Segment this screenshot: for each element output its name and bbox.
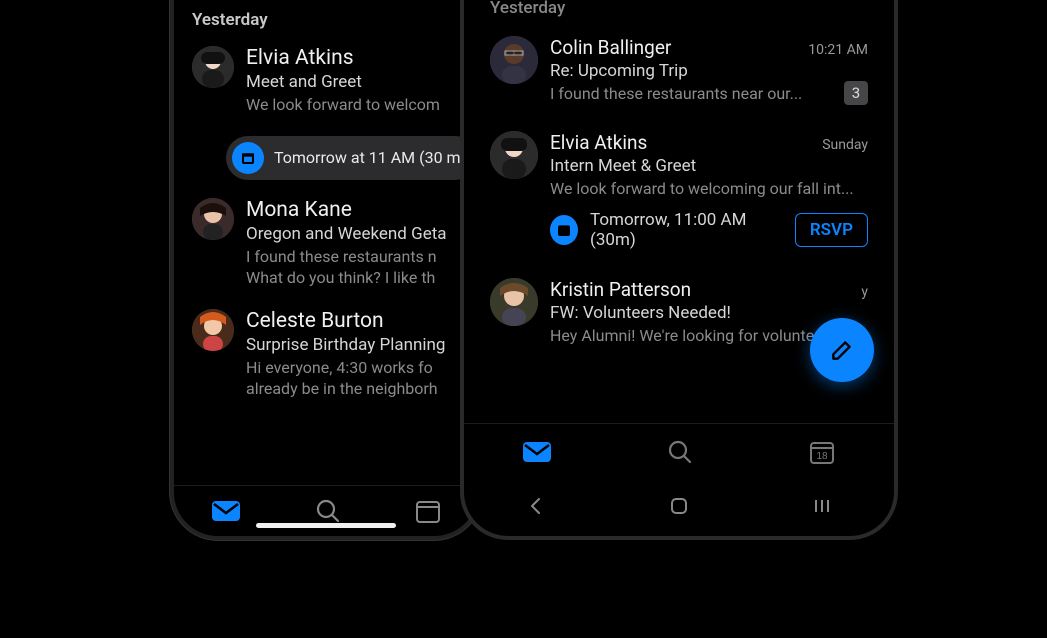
preview: We look forward to welcoming our fall in… [550,178,868,200]
event-pill[interactable]: Tomorrow at 11 AM (30 m [226,136,477,180]
bottom-tabbar [174,485,478,536]
message-row[interactable]: Celeste Burton Surprise Birthday Plannin… [174,299,478,410]
recents-icon[interactable] [812,496,832,516]
event-text: Tomorrow, 11:00 AM (30m) [590,210,783,250]
back-icon[interactable] [526,496,546,516]
compose-icon [829,337,855,363]
android-navbar [464,480,894,536]
phone-android: Yesterday Colin Ballinger 10:21 AM Re: U… [460,0,898,540]
time: 10:21 AM [808,42,868,58]
subject: Oregon and Weekend Geta [246,224,460,244]
subject: Intern Meet & Greet [550,156,868,176]
avatar [192,309,234,351]
subject: Re: Upcoming Trip [550,61,868,81]
calendar-day: 18 [817,451,829,462]
sender-name: Elvia Atkins [246,46,460,70]
message-row[interactable]: Elvia Atkins Sunday Intern Meet & Greet … [464,117,894,264]
event-line: Tomorrow, 11:00 AM (30m) RSVP [550,210,868,250]
compose-fab[interactable] [810,318,874,382]
home-icon[interactable] [669,496,689,516]
message-row[interactable]: Colin Ballinger 10:21 AM Re: Upcoming Tr… [464,24,894,117]
section-header-yesterday: Yesterday [464,0,894,24]
avatar [490,131,538,179]
preview: We look forward to welcom [246,94,460,116]
rsvp-button[interactable]: RSVP [795,213,868,247]
phone-ios: Yesterday Elvia Atkins Meet and Greet We… [170,0,482,540]
search-icon[interactable] [315,498,341,524]
avatar [192,198,234,240]
preview: I found these restaurants n What do you … [246,246,460,289]
calendar-icon [232,142,264,174]
calendar-icon[interactable]: 18 [808,438,836,466]
message-row[interactable]: Mona Kane Oregon and Weekend Geta I foun… [174,188,478,299]
time: y [861,284,868,300]
unread-badge: 3 [844,81,868,105]
sender-name: Mona Kane [246,198,460,222]
preview: Hi everyone, 4:30 works fo already be in… [246,357,460,400]
mail-icon[interactable] [522,440,552,464]
mail-icon[interactable] [211,499,241,523]
home-indicator[interactable] [256,523,396,528]
subject: Surprise Birthday Planning [246,335,460,355]
avatar [490,278,538,326]
avatar [490,36,538,84]
sender-name: Colin Ballinger [550,36,671,59]
event-text: Tomorrow at 11 AM (30 m [274,148,461,167]
sender-name: Kristin Patterson [550,278,691,301]
preview: I found these restaurants near our... [550,83,836,105]
search-icon[interactable] [667,439,693,465]
calendar-icon[interactable] [415,498,441,524]
calendar-icon [550,215,578,245]
sender-name: Elvia Atkins [550,131,647,154]
sender-name: Celeste Burton [246,309,460,333]
avatar [192,46,234,88]
subject: FW: Volunteers Needed! [550,303,868,323]
inbox-list[interactable]: Yesterday Elvia Atkins Meet and Greet We… [174,0,478,485]
bottom-tabbar: 18 [464,423,894,480]
message-row[interactable]: Elvia Atkins Meet and Greet We look forw… [174,36,478,126]
time: Sunday [822,137,868,153]
subject: Meet and Greet [246,72,460,92]
section-header-yesterday: Yesterday [174,2,478,36]
